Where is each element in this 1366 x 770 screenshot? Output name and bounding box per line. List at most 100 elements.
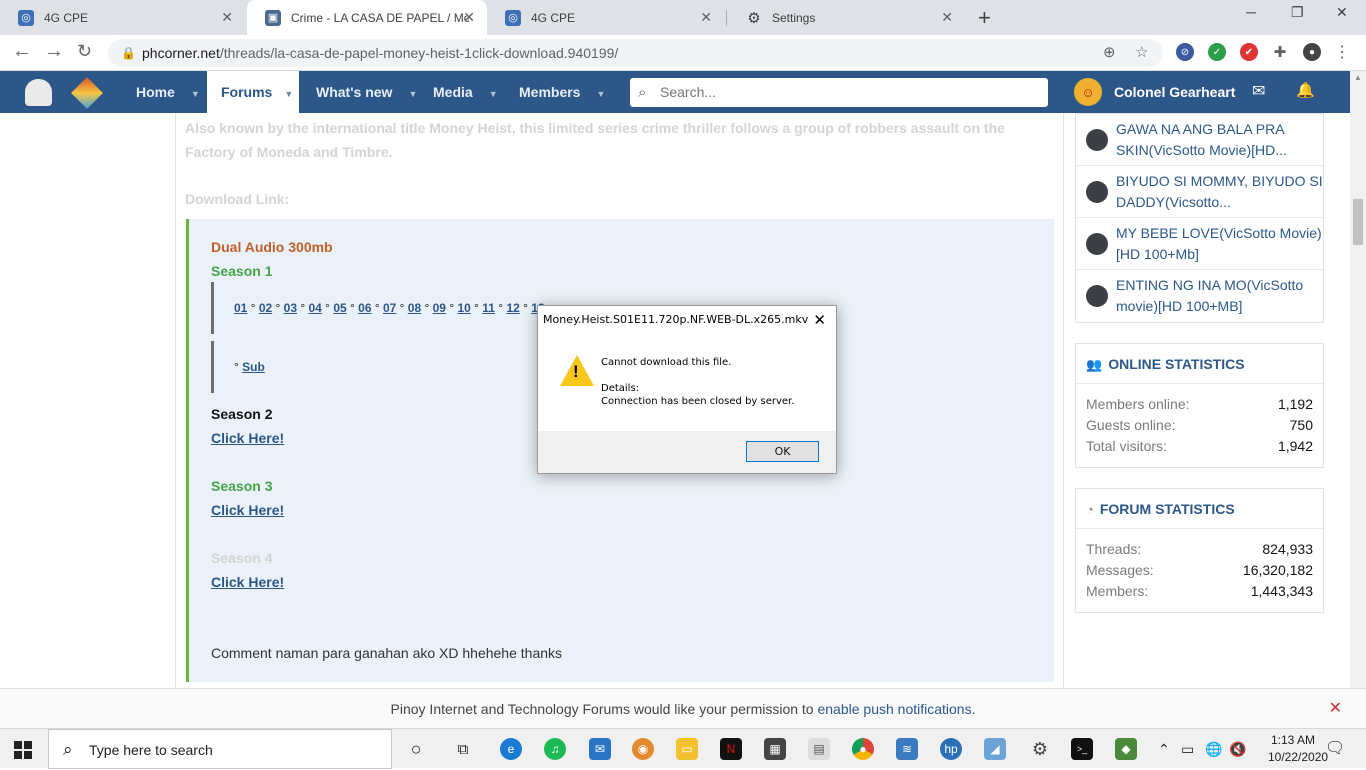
tray-chevron-up-icon[interactable]: ⌃ <box>1158 729 1170 769</box>
new-tab-button[interactable]: + <box>978 5 991 31</box>
tab-4g-cpe-2[interactable]: ◎ 4G CPE ✕ <box>487 0 724 35</box>
notice-end: . <box>971 701 976 717</box>
close-icon[interactable]: ✕ <box>1329 689 1342 729</box>
mail-icon[interactable]: ✉ <box>589 738 611 760</box>
episode-link[interactable]: 07 <box>383 301 396 315</box>
thread-title[interactable]: MY BEBE LOVE(VicSotto Movie) [HD 100+Mb] <box>1116 223 1323 265</box>
stat-value: 1,192 <box>1277 396 1313 412</box>
settings-gear-icon[interactable]: ⚙ <box>1029 738 1051 760</box>
back-button[interactable]: ← <box>12 40 32 63</box>
extension-check-icon[interactable]: ✔ <box>1240 43 1258 61</box>
edge-icon[interactable]: e <box>500 738 522 760</box>
episode-link[interactable]: 02 <box>259 301 272 315</box>
nav-members[interactable]: Members ▼ <box>519 71 605 113</box>
episode-link[interactable]: 09 <box>433 301 446 315</box>
battery-icon[interactable]: ▭ <box>1181 729 1194 769</box>
file-explorer-icon[interactable]: ▭ <box>676 738 698 760</box>
chrome-icon[interactable]: ● <box>852 738 874 760</box>
episode-separator: ° <box>445 301 458 315</box>
terminal-icon[interactable]: >_ <box>1071 738 1093 760</box>
episode-link[interactable]: 11 <box>482 301 495 315</box>
user-menu[interactable]: ☺ Colonel Gearheart <box>1074 77 1235 107</box>
cube-logo-icon[interactable] <box>71 77 103 109</box>
scrollbar-thumb[interactable] <box>1353 199 1363 245</box>
calculator-icon[interactable]: ▤ <box>808 738 830 760</box>
episode-link[interactable]: 06 <box>358 301 371 315</box>
chevron-down-icon[interactable]: ▼ <box>489 89 498 99</box>
bookmark-star-icon[interactable]: ☆ <box>1135 39 1148 67</box>
vpn-icon[interactable]: ◉ <box>632 738 654 760</box>
close-icon[interactable]: ✕ <box>700 9 712 26</box>
tab-la-casa-de-papel[interactable]: ▣ Crime - LA CASA DE PAPEL / Mo ✕ <box>247 0 487 35</box>
chevron-down-icon[interactable]: ▼ <box>284 89 293 99</box>
close-icon[interactable]: ✕ <box>463 9 475 26</box>
extension-shield-icon[interactable]: ✓ <box>1208 43 1226 61</box>
season4-click-here-link[interactable]: Click Here! <box>211 574 284 590</box>
hp-icon[interactable]: hp <box>940 738 962 760</box>
netflix-icon[interactable]: N <box>720 738 742 760</box>
sub-link[interactable]: Sub <box>242 360 265 374</box>
ok-button[interactable]: OK <box>746 441 819 462</box>
stat-key: Members: <box>1086 583 1149 599</box>
reload-button[interactable]: ↻ <box>77 41 92 62</box>
list-item[interactable]: GAWA NA ANG BALA PRA SKIN(VicSotto Movie… <box>1076 114 1323 166</box>
volume-muted-icon[interactable]: 🔇 <box>1229 729 1246 769</box>
site-search-input[interactable]: ⌕ Search... <box>630 78 1048 107</box>
store-icon[interactable]: ▦ <box>764 738 786 760</box>
address-bar[interactable]: 🔒 phcorner.net/threads/la-casa-de-papel-… <box>108 39 1163 67</box>
season3-click-here-link[interactable]: Click Here! <box>211 502 284 518</box>
scroll-up-arrow-icon[interactable]: ▲ <box>1354 73 1362 82</box>
clock[interactable]: 1:13 AM 10/22/2020 <box>1268 732 1328 766</box>
episode-link[interactable]: 05 <box>333 301 346 315</box>
active-app-icon[interactable]: ◆ <box>1115 738 1137 760</box>
list-item[interactable]: ENTING NG INA MO(VicSotto movie)[HD 100+… <box>1076 270 1323 322</box>
minimize-button[interactable]: ─ <box>1246 4 1256 20</box>
forward-button[interactable]: → <box>44 40 64 63</box>
close-icon[interactable]: ✕ <box>221 9 233 26</box>
page-scrollbar[interactable]: ▲ ▼ <box>1350 71 1366 735</box>
bell-icon[interactable]: 🔔 <box>1296 81 1315 99</box>
close-icon[interactable]: ✕ <box>941 9 953 26</box>
network-globe-icon[interactable]: 🌐 <box>1205 729 1222 769</box>
episode-link[interactable]: 04 <box>308 301 321 315</box>
thread-title[interactable]: BIYUDO SI MOMMY, BIYUDO SI DADDY(Vicsott… <box>1116 171 1323 213</box>
app-icon[interactable]: ◢ <box>984 738 1006 760</box>
list-item[interactable]: BIYUDO SI MOMMY, BIYUDO SI DADDY(Vicsott… <box>1076 166 1323 218</box>
episode-link[interactable]: 03 <box>284 301 297 315</box>
list-item[interactable]: MY BEBE LOVE(VicSotto Movie) [HD 100+Mb] <box>1076 218 1323 270</box>
nav-media[interactable]: Media ▼ <box>433 71 498 113</box>
thread-title[interactable]: GAWA NA ANG BALA PRA SKIN(VicSotto Movie… <box>1116 119 1323 161</box>
chevron-down-icon[interactable]: ▼ <box>408 89 417 99</box>
tab-4g-cpe-1[interactable]: ◎ 4G CPE ✕ <box>0 0 245 35</box>
profile-avatar[interactable]: ● <box>1303 43 1321 61</box>
episode-link[interactable]: 10 <box>457 301 470 315</box>
windows-start-icon[interactable] <box>14 741 32 759</box>
notifications-icon[interactable]: 🗨 <box>1325 729 1345 769</box>
season2-click-here-link[interactable]: Click Here! <box>211 430 284 446</box>
task-view-icon[interactable]: ⧉ <box>452 738 474 760</box>
episode-link[interactable]: 08 <box>408 301 421 315</box>
tab-settings[interactable]: ⚙ Settings ✕ <box>728 0 965 35</box>
nav-home[interactable]: Home ▼ <box>136 71 200 113</box>
nav-whats-new[interactable]: What's new ▼ <box>316 71 417 113</box>
spotify-icon[interactable]: ♫ <box>544 738 566 760</box>
restore-button[interactable]: ❐ <box>1291 4 1304 21</box>
thread-title[interactable]: ENTING NG INA MO(VicSotto movie)[HD 100+… <box>1116 275 1323 317</box>
menu-kebab-icon[interactable]: ⋮ <box>1333 43 1351 61</box>
nav-forums[interactable]: Forums ▼ <box>207 71 299 113</box>
inbox-icon[interactable]: ✉ <box>1252 81 1265 101</box>
chevron-down-icon[interactable]: ▼ <box>191 89 200 99</box>
chevron-down-icon[interactable]: ▼ <box>596 89 605 99</box>
episode-link[interactable]: 01 <box>234 301 247 315</box>
extensions-puzzle-icon[interactable]: ✚ <box>1271 43 1289 61</box>
window-close-button[interactable]: ✕ <box>1336 4 1348 21</box>
extension-block-icon[interactable]: ⊘ <box>1176 43 1194 61</box>
episode-link[interactable]: 12 <box>506 301 519 315</box>
close-icon[interactable]: ✕ <box>813 306 826 334</box>
taskbar-search-box[interactable]: ⌕ Type here to search <box>48 729 392 769</box>
enable-push-notifications-link[interactable]: enable push notifications <box>817 701 971 717</box>
add-icon[interactable]: ⊕ <box>1103 39 1116 67</box>
ghost-logo-icon[interactable] <box>25 79 52 106</box>
network-app-icon[interactable]: ≋ <box>896 738 918 760</box>
cortana-icon[interactable]: ○ <box>405 738 427 760</box>
